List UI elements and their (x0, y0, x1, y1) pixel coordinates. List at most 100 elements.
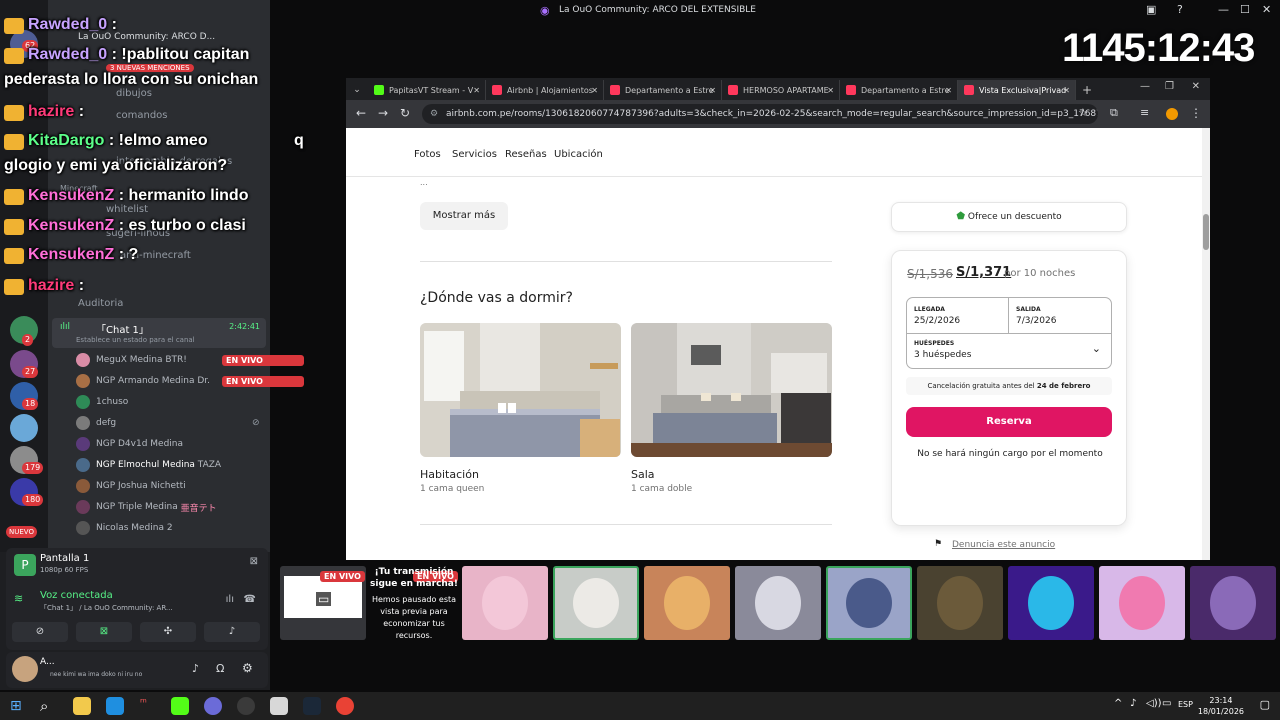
close-icon[interactable]: ✕ (1262, 3, 1271, 16)
headphones-icon[interactable]: Ω (216, 662, 224, 675)
browser-tab[interactable]: HERMOSO APARTAME ✕ (722, 80, 840, 100)
battery-icon[interactable]: ▭ (1162, 698, 1171, 709)
nav-servicios[interactable]: Servicios (452, 149, 497, 160)
file-explorer-icon[interactable] (73, 697, 91, 715)
bedroom-photo[interactable] (420, 323, 621, 457)
voice-member[interactable]: NGP Joshua Nichetti (76, 476, 314, 496)
nav-fotos[interactable]: Fotos (414, 149, 441, 160)
voice-connected-channel[interactable]: 「Chat 1」 / La OuO Community: AR... (40, 603, 173, 613)
close-tab-icon[interactable]: ✕ (1063, 86, 1070, 95)
edge-icon[interactable] (106, 697, 124, 715)
windows-start-icon[interactable]: ⊞ (10, 698, 22, 714)
new-tab-icon[interactable]: + (1076, 80, 1098, 100)
share-screen-button[interactable]: ⊠ (76, 622, 132, 642)
reserve-button[interactable]: Reserva (906, 407, 1112, 437)
voice-channel-status[interactable]: Establece un estado para el canal (76, 336, 195, 344)
close-tab-icon[interactable]: ✕ (945, 86, 952, 95)
browser-tab[interactable]: Airbnb | Alojamientos ✕ (486, 80, 604, 100)
forward-icon[interactable]: → (378, 106, 388, 120)
voice-member[interactable]: NGP Triple Medina 亜音テト (76, 497, 314, 517)
participant-tile[interactable] (644, 566, 730, 640)
microphone-icon[interactable]: ♪ (192, 662, 199, 675)
app-icon[interactable] (270, 697, 288, 715)
voice-member[interactable]: 1chuso (76, 392, 314, 412)
show-more-button[interactable]: Mostrar más (420, 202, 508, 230)
restore-icon[interactable]: ❐ (1165, 81, 1174, 92)
bookmark-icon[interactable]: ☆ (1078, 106, 1088, 119)
search-icon[interactable]: ⌕ (40, 697, 48, 715)
chrome-icon[interactable] (336, 697, 354, 715)
voice-member[interactable]: defg ⊘ (76, 413, 314, 433)
noise-icon[interactable]: ılı (226, 594, 234, 605)
help-icon[interactable]: ? (1177, 3, 1183, 16)
checkin-field[interactable]: LLEGADA 25/2/2026 (907, 298, 1009, 334)
participant-tile[interactable] (1190, 566, 1276, 640)
address-bar[interactable]: ⚙ airbnb.com.pe/rooms/130618206077478739… (422, 104, 1098, 124)
microphone-icon[interactable]: ♪ (1130, 698, 1136, 709)
stop-share-icon[interactable]: ⊠ (250, 556, 258, 567)
report-listing-link[interactable]: Denuncia este anuncio (952, 540, 1055, 550)
participant-tile[interactable] (826, 566, 912, 640)
activities-button[interactable]: ✣ (140, 622, 196, 642)
nav-resenas[interactable]: Reseñas (505, 149, 547, 160)
discounted-price[interactable]: S/1,371 (956, 265, 1011, 280)
server-icon[interactable] (10, 414, 38, 442)
reload-icon[interactable]: ↻ (400, 106, 410, 120)
close-tab-icon[interactable]: ✕ (591, 86, 598, 95)
channel-item[interactable]: dibujos (116, 88, 152, 99)
voice-member[interactable]: NGP Elmochul Medina TAZA (76, 455, 314, 475)
kick-icon[interactable] (171, 697, 189, 715)
tab-search-icon[interactable]: ⌄ (346, 80, 368, 100)
channel-item[interactable]: comandos (116, 110, 168, 121)
menu-icon[interactable]: ⋮ (1190, 106, 1202, 120)
site-info-icon[interactable]: ⚙ (430, 104, 438, 124)
participant-tile[interactable] (553, 566, 639, 640)
channel-item[interactable]: whitelist (106, 204, 148, 215)
chevron-up-icon[interactable]: ^ (1114, 698, 1122, 709)
app-icon[interactable]: ᵐ (140, 696, 147, 709)
voice-member[interactable]: NGP D4v1d Medina (76, 434, 314, 454)
checkout-field[interactable]: SALIDA 7/3/2026 (1009, 298, 1111, 334)
minimize-icon[interactable]: — (1140, 81, 1150, 92)
browser-tab[interactable]: Departamento a Estre ✕ (604, 80, 722, 100)
minimize-icon[interactable]: — (1218, 3, 1229, 16)
scroll-thumb[interactable] (1203, 214, 1209, 250)
back-icon[interactable]: ← (356, 106, 366, 120)
browser-tab[interactable]: Departamento a Estre ✕ (840, 80, 958, 100)
language-indicator[interactable]: ESP (1178, 700, 1193, 709)
camera-off-button[interactable]: ⊘ (12, 622, 68, 642)
channel-item[interactable]: Auditoria (78, 298, 123, 309)
browser-tab[interactable]: PapitasVT Stream - V ✕ (368, 80, 486, 100)
nav-ubicacion[interactable]: Ubicación (554, 149, 603, 160)
browser-tab-active[interactable]: Vista Exclusiva|Privad ✕ (958, 80, 1076, 100)
disconnect-icon[interactable]: ☎ (244, 594, 256, 605)
gear-icon[interactable]: ⚙ (242, 661, 253, 675)
notifications-icon[interactable]: ▢ (1260, 698, 1270, 711)
soundboard-button[interactable]: ♪ (204, 622, 260, 642)
extensions-icon[interactable]: ⧉ (1110, 106, 1118, 120)
taskbar-clock[interactable]: 23:14 18/01/2026 (1198, 695, 1244, 717)
scrollbar[interactable] (1202, 128, 1210, 560)
obs-icon[interactable] (204, 697, 222, 715)
close-tab-icon[interactable]: ✕ (709, 86, 716, 95)
maximize-icon[interactable]: ☐ (1240, 3, 1250, 16)
voice-member[interactable]: NGP Armando Medina Dr. EN VIVO (76, 371, 314, 391)
voice-member[interactable]: MeguX Medina BTR! EN VIVO (76, 350, 314, 370)
participant-tile[interactable] (735, 566, 821, 640)
close-tab-icon[interactable]: ✕ (827, 86, 834, 95)
participant-tile[interactable] (1008, 566, 1094, 640)
voice-member[interactable]: Nicolas Medina 2 (76, 518, 314, 538)
profile-avatar[interactable] (1166, 108, 1178, 120)
voice-channel-active[interactable]: ılıl 「Chat 1」 2:42:41 Establece un estad… (52, 318, 266, 348)
close-icon[interactable]: ✕ (1192, 81, 1200, 92)
participant-tile[interactable] (917, 566, 1003, 640)
participant-tile[interactable] (462, 566, 548, 640)
app-icon[interactable] (237, 697, 255, 715)
guests-field[interactable]: HUÉSPEDES 3 huéspedes ⌄ (907, 334, 1111, 368)
media-icon[interactable]: ≡ (1140, 106, 1149, 119)
steam-icon[interactable] (303, 697, 321, 715)
close-tab-icon[interactable]: ✕ (473, 86, 480, 95)
avatar[interactable] (12, 656, 38, 682)
inbox-icon[interactable]: ▣ (1146, 3, 1156, 16)
volume-icon[interactable]: ◁)) (1146, 698, 1162, 709)
